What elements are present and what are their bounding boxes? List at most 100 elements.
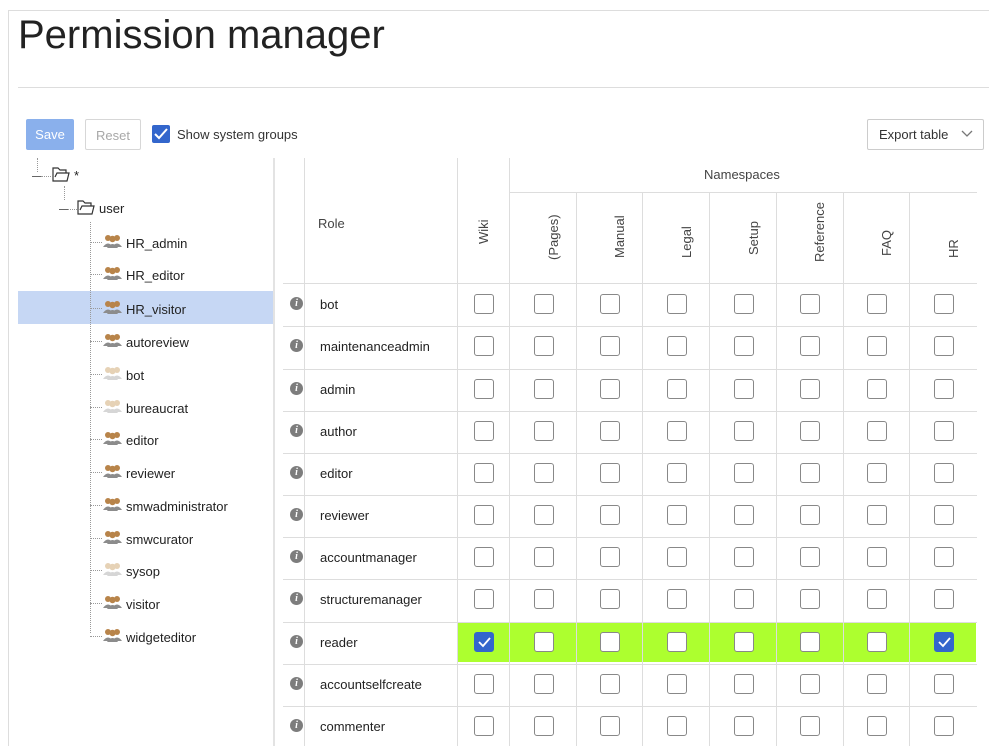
permission-checkbox[interactable]	[800, 336, 820, 356]
permission-checkbox[interactable]	[867, 379, 887, 399]
permission-checkbox[interactable]	[534, 589, 554, 609]
permission-checkbox[interactable]	[867, 589, 887, 609]
permission-checkbox[interactable]	[934, 505, 954, 525]
permission-checkbox[interactable]	[667, 294, 687, 314]
permission-checkbox[interactable]	[934, 716, 954, 736]
permission-checkbox[interactable]	[474, 547, 494, 567]
permission-checkbox[interactable]	[534, 294, 554, 314]
permission-checkbox[interactable]	[800, 505, 820, 525]
permission-checkbox[interactable]	[734, 421, 754, 441]
permission-checkbox[interactable]	[600, 632, 620, 652]
reset-button[interactable]: Reset	[85, 119, 141, 150]
permission-checkbox[interactable]	[474, 674, 494, 694]
permission-checkbox[interactable]	[867, 421, 887, 441]
show-system-groups-checkbox[interactable]	[152, 125, 170, 143]
permission-checkbox[interactable]	[734, 547, 754, 567]
permission-checkbox[interactable]	[474, 505, 494, 525]
permission-checkbox[interactable]	[934, 379, 954, 399]
permission-checkbox[interactable]	[934, 589, 954, 609]
permission-checkbox[interactable]	[934, 632, 954, 652]
info-icon[interactable]: i	[290, 677, 303, 690]
collapse-user-icon[interactable]	[59, 209, 68, 210]
permission-checkbox[interactable]	[934, 463, 954, 483]
permission-checkbox[interactable]	[534, 336, 554, 356]
permission-checkbox[interactable]	[800, 674, 820, 694]
permission-checkbox[interactable]	[474, 589, 494, 609]
permission-checkbox[interactable]	[734, 716, 754, 736]
permission-checkbox[interactable]	[600, 547, 620, 567]
permission-checkbox[interactable]	[734, 379, 754, 399]
permission-checkbox[interactable]	[667, 674, 687, 694]
permission-checkbox[interactable]	[600, 674, 620, 694]
permission-checkbox[interactable]	[734, 632, 754, 652]
info-icon[interactable]: i	[290, 592, 303, 605]
permission-checkbox[interactable]	[474, 632, 494, 652]
permission-checkbox[interactable]	[800, 379, 820, 399]
permission-checkbox[interactable]	[934, 336, 954, 356]
permission-checkbox[interactable]	[867, 294, 887, 314]
permission-checkbox[interactable]	[734, 294, 754, 314]
permission-checkbox[interactable]	[534, 547, 554, 567]
save-button[interactable]: Save	[26, 119, 74, 150]
permission-checkbox[interactable]	[667, 589, 687, 609]
tree-splitter[interactable]	[273, 158, 275, 746]
permission-checkbox[interactable]	[667, 379, 687, 399]
info-icon[interactable]: i	[290, 508, 303, 521]
permission-checkbox[interactable]	[600, 589, 620, 609]
info-icon[interactable]: i	[290, 550, 303, 563]
permission-checkbox[interactable]	[534, 421, 554, 441]
permission-checkbox[interactable]	[600, 421, 620, 441]
permission-checkbox[interactable]	[667, 336, 687, 356]
permission-checkbox[interactable]	[600, 379, 620, 399]
permission-checkbox[interactable]	[600, 336, 620, 356]
export-table-button[interactable]: Export table	[867, 119, 984, 150]
permission-checkbox[interactable]	[800, 421, 820, 441]
permission-checkbox[interactable]	[534, 674, 554, 694]
permission-checkbox[interactable]	[534, 463, 554, 483]
permission-checkbox[interactable]	[474, 421, 494, 441]
permission-checkbox[interactable]	[534, 632, 554, 652]
permission-checkbox[interactable]	[867, 463, 887, 483]
permission-checkbox[interactable]	[800, 632, 820, 652]
permission-checkbox[interactable]	[600, 463, 620, 483]
permission-checkbox[interactable]	[534, 379, 554, 399]
permission-checkbox[interactable]	[800, 716, 820, 736]
info-icon[interactable]: i	[290, 382, 303, 395]
permission-checkbox[interactable]	[800, 589, 820, 609]
permission-checkbox[interactable]	[474, 336, 494, 356]
permission-checkbox[interactable]	[734, 505, 754, 525]
permission-checkbox[interactable]	[534, 505, 554, 525]
permission-checkbox[interactable]	[934, 421, 954, 441]
permission-checkbox[interactable]	[867, 674, 887, 694]
permission-checkbox[interactable]	[934, 547, 954, 567]
permission-checkbox[interactable]	[667, 716, 687, 736]
permission-checkbox[interactable]	[667, 505, 687, 525]
info-icon[interactable]: i	[290, 719, 303, 732]
permission-checkbox[interactable]	[867, 336, 887, 356]
permission-checkbox[interactable]	[867, 632, 887, 652]
permission-checkbox[interactable]	[867, 547, 887, 567]
permission-checkbox[interactable]	[800, 463, 820, 483]
permission-checkbox[interactable]	[934, 674, 954, 694]
permission-checkbox[interactable]	[867, 505, 887, 525]
permission-checkbox[interactable]	[474, 463, 494, 483]
permission-checkbox[interactable]	[474, 379, 494, 399]
info-icon[interactable]: i	[290, 297, 303, 310]
permission-checkbox[interactable]	[800, 547, 820, 567]
permission-checkbox[interactable]	[734, 336, 754, 356]
permission-checkbox[interactable]	[867, 716, 887, 736]
permission-checkbox[interactable]	[667, 547, 687, 567]
permission-checkbox[interactable]	[600, 716, 620, 736]
permission-checkbox[interactable]	[474, 716, 494, 736]
permission-checkbox[interactable]	[534, 716, 554, 736]
permission-checkbox[interactable]	[667, 632, 687, 652]
permission-checkbox[interactable]	[667, 421, 687, 441]
permission-checkbox[interactable]	[734, 589, 754, 609]
permission-checkbox[interactable]	[600, 505, 620, 525]
info-icon[interactable]: i	[290, 424, 303, 437]
info-icon[interactable]: i	[290, 339, 303, 352]
permission-checkbox[interactable]	[667, 463, 687, 483]
permission-checkbox[interactable]	[600, 294, 620, 314]
info-icon[interactable]: i	[290, 466, 303, 479]
info-icon[interactable]: i	[290, 635, 303, 648]
